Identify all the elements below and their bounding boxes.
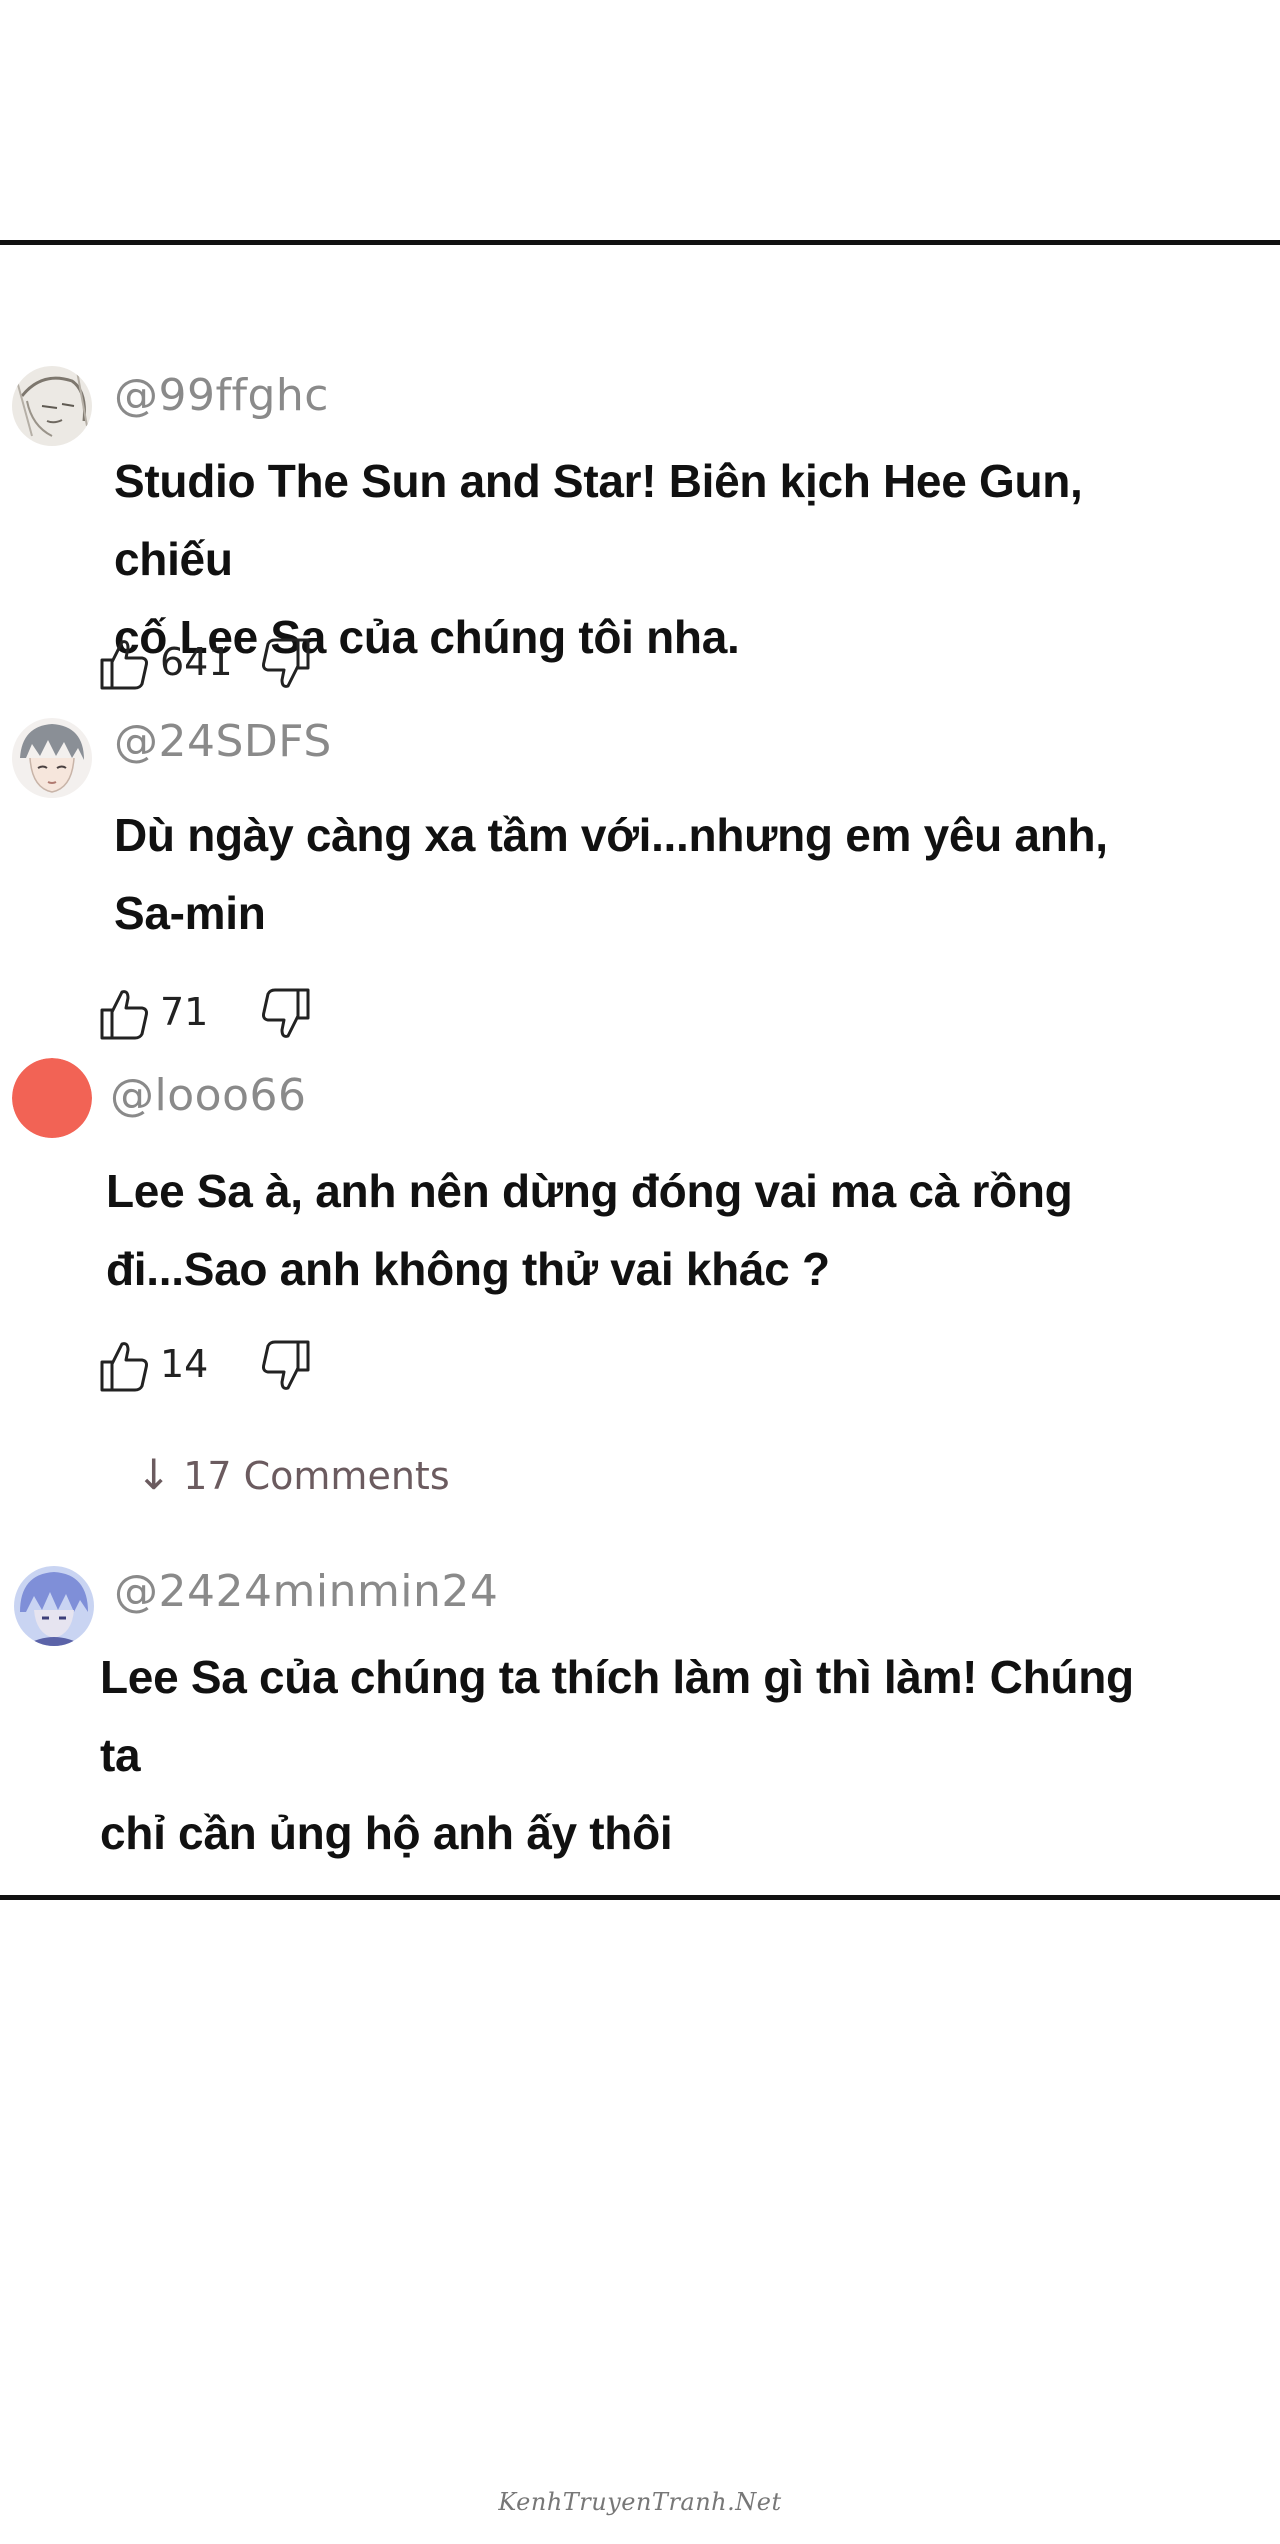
comment-text: Lee Sa à, anh nên dừng đóng vai ma cà rồ…	[106, 1152, 1186, 1308]
thumbs-up-icon[interactable]	[98, 986, 150, 1042]
like-count: 14	[160, 1342, 209, 1386]
like-count: 71	[160, 990, 209, 1034]
comment-text-line: Dù ngày càng xa tầm với...nhưng em yêu a…	[114, 809, 1108, 861]
thumbs-up-icon[interactable]	[98, 636, 150, 692]
comment-username[interactable]: @looo66	[110, 1070, 306, 1121]
comment-username[interactable]: @2424minmin24	[114, 1566, 498, 1617]
thumbs-down-icon[interactable]	[260, 986, 312, 1042]
comment-text: Lee Sa của chúng ta thích làm gì thì làm…	[100, 1638, 1180, 1872]
comment-username[interactable]: @24SDFS	[114, 716, 332, 767]
anime-portrait-avatar[interactable]	[12, 718, 92, 798]
like-count: 641	[160, 640, 233, 684]
comment-text-line: Studio The Sun and Star! Biên kịch Hee G…	[114, 455, 1083, 585]
bottom-divider	[0, 1895, 1280, 1900]
thumbs-up-icon[interactable]	[98, 1338, 150, 1394]
comment-text: Dù ngày càng xa tầm với...nhưng em yêu a…	[114, 796, 1194, 952]
thumbs-down-icon[interactable]	[260, 1338, 312, 1394]
arrow-down-icon: ↓	[136, 1450, 172, 1499]
red-circle-avatar[interactable]	[12, 1058, 92, 1138]
thumbs-down-icon[interactable]	[260, 636, 312, 692]
blue-anime-avatar[interactable]	[14, 1566, 94, 1646]
comment-text-line: đi...Sao anh không thử vai khác ?	[106, 1243, 830, 1295]
view-more-comments-link[interactable]: ↓ 17 Comments	[136, 1450, 450, 1499]
comment-text-line: chỉ cần ủng hộ anh ấy thôi	[100, 1807, 673, 1859]
comment-text-line: Sa-min	[114, 887, 266, 939]
comment-text-line: Lee Sa à, anh nên dừng đóng vai ma cà rồ…	[106, 1165, 1073, 1217]
sketch-portrait-avatar[interactable]	[12, 366, 92, 446]
comment-username[interactable]: @99ffghc	[114, 370, 329, 421]
watermark: KenhTruyenTranh.Net	[498, 2488, 782, 2516]
more-comments-label: 17 Comments	[183, 1454, 450, 1498]
comment-text-line: Lee Sa của chúng ta thích làm gì thì làm…	[100, 1651, 1134, 1781]
top-divider	[0, 240, 1280, 245]
